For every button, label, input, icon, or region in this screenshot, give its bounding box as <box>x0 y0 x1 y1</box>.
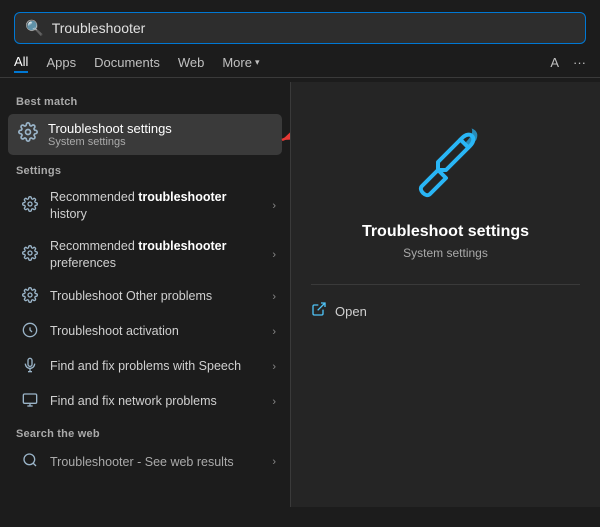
right-panel-icon <box>406 122 486 207</box>
network-icon <box>20 392 40 412</box>
settings-item-5[interactable]: Find and fix network problems › <box>4 385 286 419</box>
right-panel: Troubleshoot settings System settings Op… <box>290 82 600 507</box>
font-size-indicator: A <box>550 55 559 70</box>
settings-icon <box>18 122 38 147</box>
search-web-item[interactable]: Troubleshooter - See web results › <box>4 445 286 479</box>
chevron-down-icon: ▾ <box>255 57 260 68</box>
chevron-icon-4: › <box>272 361 276 373</box>
tab-apps[interactable]: Apps <box>46 53 76 72</box>
settings-item-0[interactable]: Recommended troubleshooter history › <box>4 182 286 230</box>
web-search-icon <box>20 452 40 472</box>
left-panel: Best match Troubleshoot settings System … <box>0 82 290 507</box>
open-icon <box>311 301 327 321</box>
settings-item-text-5: Find and fix network problems <box>50 393 262 410</box>
settings-item-text-4: Find and fix problems with Speech <box>50 358 262 375</box>
activation-icon <box>20 322 40 342</box>
tab-more[interactable]: More ▾ <box>222 53 259 72</box>
chevron-icon-2: › <box>272 291 276 303</box>
best-match-label: Best match <box>0 88 290 112</box>
settings-item-2[interactable]: Troubleshoot Other problems › <box>4 280 286 314</box>
tab-all[interactable]: All <box>14 52 28 73</box>
tab-web[interactable]: Web <box>178 53 205 72</box>
search-web-label: Search the web <box>0 420 290 444</box>
tabs-bar: All Apps Documents Web More ▾ A ··· <box>0 52 600 78</box>
wrench-icon-0 <box>20 196 40 216</box>
settings-item-text-2: Troubleshoot Other problems <box>50 288 262 305</box>
open-button[interactable]: Open <box>311 301 367 321</box>
settings-item-3[interactable]: Troubleshoot activation › <box>4 315 286 349</box>
right-panel-subtitle: System settings <box>403 246 488 260</box>
settings-item-text-0: Recommended troubleshooter history <box>50 189 262 223</box>
chevron-icon-0: › <box>272 200 276 212</box>
chevron-icon-1: › <box>272 249 276 261</box>
wrench-icon-1 <box>20 245 40 265</box>
wrench-icon-2 <box>20 287 40 307</box>
best-match-item[interactable]: Troubleshoot settings System settings <box>8 114 282 155</box>
search-web-text: Troubleshooter - See web results <box>50 455 262 469</box>
settings-item-4[interactable]: Find and fix problems with Speech › <box>4 350 286 384</box>
red-arrow-indicator <box>272 122 290 152</box>
search-bar[interactable]: 🔍 <box>14 12 586 44</box>
chevron-icon-3: › <box>272 326 276 338</box>
settings-item-text-3: Troubleshoot activation <box>50 323 262 340</box>
tab-documents[interactable]: Documents <box>94 53 160 72</box>
search-icon: 🔍 <box>25 19 44 37</box>
right-panel-divider <box>311 284 580 285</box>
settings-item-1[interactable]: Recommended troubleshooter preferences › <box>4 231 286 279</box>
right-panel-title: Troubleshoot settings <box>362 223 529 241</box>
settings-section-label: Settings <box>0 157 290 181</box>
chevron-icon-web: › <box>272 456 276 468</box>
microphone-icon <box>20 357 40 377</box>
settings-item-text-1: Recommended troubleshooter preferences <box>50 238 262 272</box>
chevron-icon-5: › <box>272 396 276 408</box>
more-options-icon[interactable]: ··· <box>573 55 586 70</box>
best-match-text: Troubleshoot settings System settings <box>48 121 172 148</box>
main-content: Best match Troubleshoot settings System … <box>0 82 600 507</box>
search-input[interactable] <box>52 20 575 36</box>
